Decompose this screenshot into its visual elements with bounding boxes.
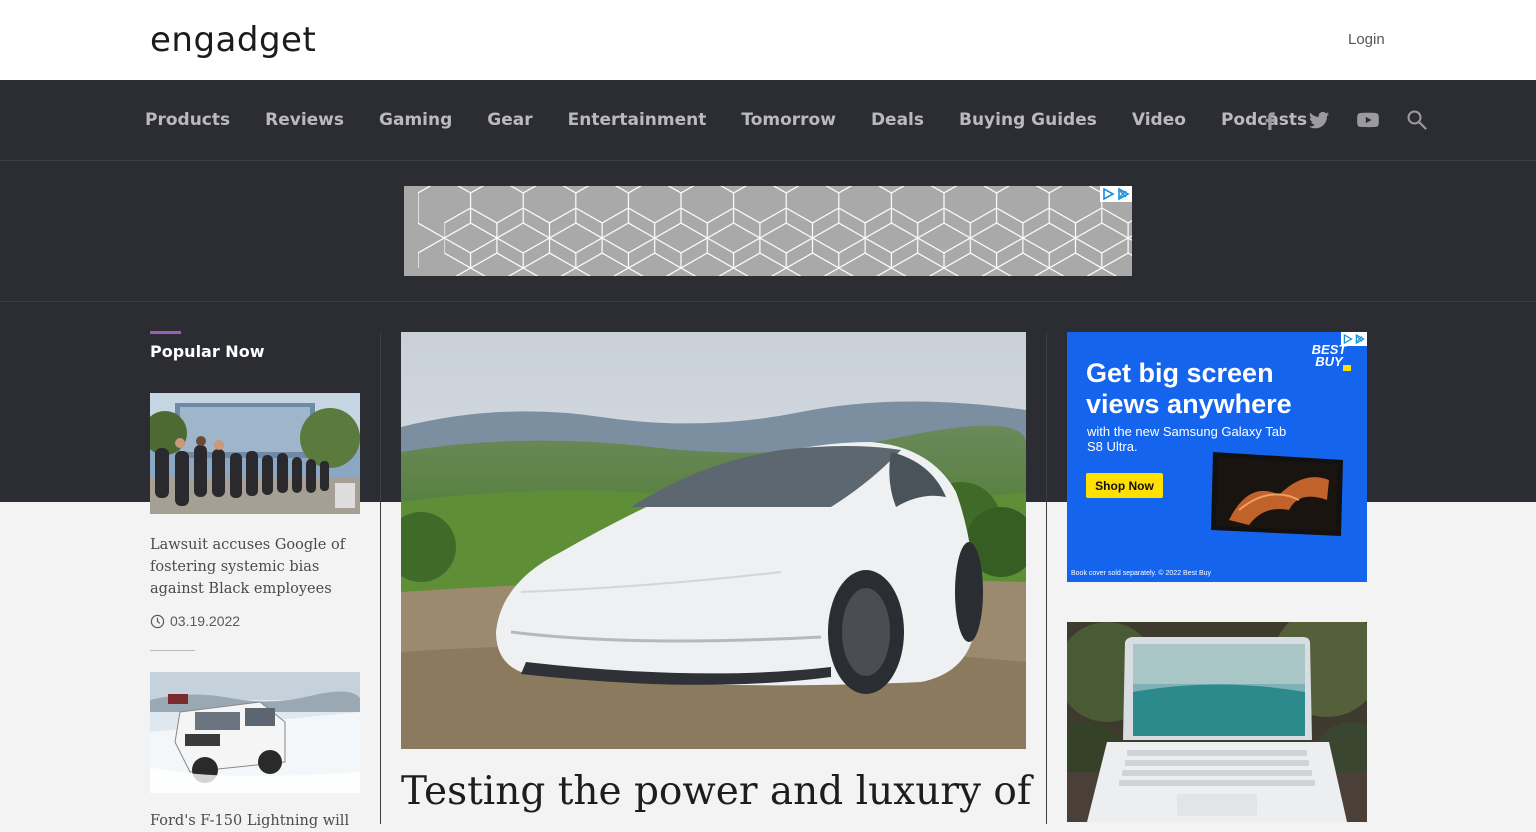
nav-item-gaming[interactable]: Gaming [379,110,452,130]
popular-article-headline[interactable]: Lawsuit accuses Google of fostering syst… [150,534,365,600]
nav-item-reviews[interactable]: Reviews [265,110,344,130]
adchoices-icon[interactable] [1100,186,1132,202]
article-date: 03.19.2022 [150,613,240,629]
social-icons [1258,80,1429,160]
nav-item-gear[interactable]: Gear [487,110,532,130]
nav-item-entertainment[interactable]: Entertainment [568,110,707,130]
main-nav: Products Reviews Gaming Gear Entertainme… [0,80,1536,161]
nav-item-buying-guides[interactable]: Buying Guides [959,110,1097,130]
hero-article-image[interactable] [401,332,1026,749]
youtube-icon[interactable] [1356,108,1380,132]
article-date-text: 03.19.2022 [170,613,241,629]
facebook-icon[interactable] [1258,108,1282,132]
top-header: engadget Login [0,0,1536,80]
hero-article-title[interactable]: Testing the power and luxury of [401,766,1041,818]
popular-article-image[interactable] [150,672,360,793]
divider [150,650,195,651]
column-divider [380,332,381,824]
nav-item-tomorrow[interactable]: Tomorrow [741,110,836,130]
best-buy-tag [1343,365,1351,371]
ad-headline-line: views anywhere [1086,389,1292,419]
ad-headline-line: Get big screen [1086,358,1274,388]
nav-item-products[interactable]: Products [145,110,230,130]
ad-fine-print: Book cover sold separately. © 2022 Best … [1071,570,1212,577]
section-accent-bar [150,331,181,334]
column-divider [1046,332,1047,824]
nav-item-video[interactable]: Video [1132,110,1186,130]
popular-article-image[interactable] [150,393,360,514]
ad-pattern [418,186,1132,276]
ad-subtext-line: with the new Samsung Galaxy Tab [1087,424,1287,439]
nav-links: Products Reviews Gaming Gear Entertainme… [145,80,1342,160]
banner-ad[interactable] [404,186,1132,276]
side-ad[interactable]: BEST BUY Get big screen views anywhere w… [1067,332,1367,582]
clock-icon [150,614,165,628]
shop-now-button[interactable]: Shop Now [1086,473,1163,498]
login-link[interactable]: Login [1348,31,1385,48]
divider [0,301,1536,302]
search-icon[interactable] [1405,108,1429,132]
tablet-image [1211,452,1343,536]
popular-article-headline[interactable]: Ford's F-150 Lightning will [150,810,365,832]
twitter-icon[interactable] [1307,108,1331,132]
nav-item-deals[interactable]: Deals [871,110,924,130]
article-image[interactable] [1067,622,1367,822]
popular-now-heading: Popular Now [150,342,265,361]
ad-headline: Get big screen views anywhere [1086,358,1292,420]
engadget-logo[interactable]: engadget [150,20,316,60]
